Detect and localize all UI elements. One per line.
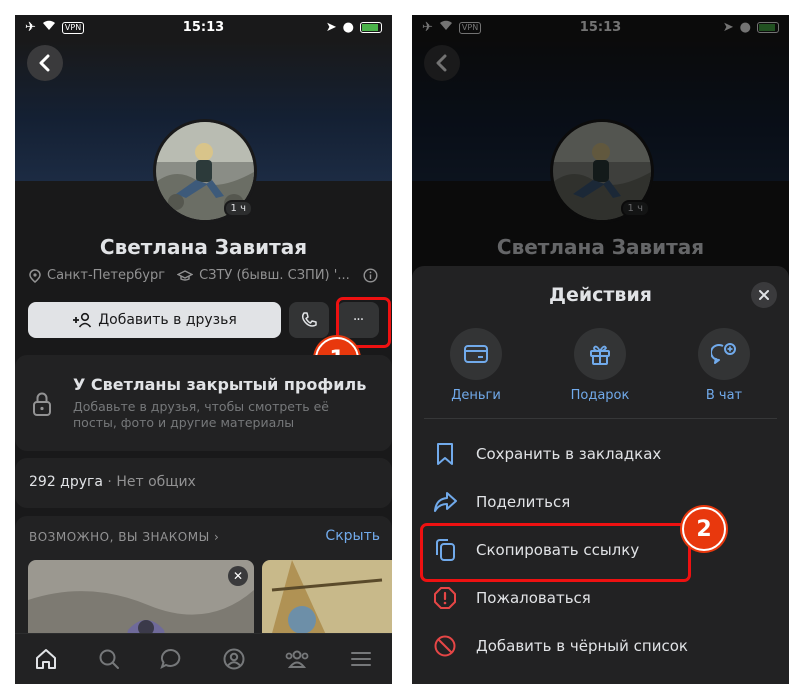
phone-icon (301, 312, 317, 327)
quick-action-label: В чат (705, 388, 743, 403)
menu-item-label: Поделиться (476, 493, 571, 511)
menu-item-report[interactable]: Пожаловаться (432, 578, 777, 618)
menu-item-bookmark[interactable]: Сохранить в закладках (432, 434, 777, 474)
private-profile-card: У Светланы закрытый профиль Добавьте в д… (15, 355, 392, 451)
menu-item-blacklist[interactable]: Добавить в чёрный список (432, 626, 777, 666)
info-icon[interactable] (363, 268, 378, 283)
battery-icon (360, 22, 382, 33)
share-icon (434, 492, 457, 512)
home-icon[interactable] (34, 647, 58, 671)
lock-icon (33, 392, 51, 416)
profile-actions: Добавить в друзья ··· (28, 302, 379, 338)
report-icon (434, 587, 456, 609)
highlight-copy-link (420, 523, 691, 582)
search-icon[interactable] (97, 647, 121, 671)
bookmark-icon (437, 443, 453, 465)
chevron-right-icon: › (214, 530, 220, 544)
menu-icon[interactable] (349, 647, 373, 671)
menu-item-label: Пожаловаться (476, 589, 591, 607)
gift-icon (590, 345, 610, 365)
chevron-left-icon (39, 54, 50, 72)
chat-add-icon (711, 343, 736, 364)
friends-count: 292 друга (29, 474, 103, 490)
add-friend-button[interactable]: Добавить в друзья (28, 302, 281, 338)
private-profile-title: У Светланы закрытый профиль (73, 375, 367, 394)
close-icon (759, 290, 769, 300)
profile-name: Светлана Завитая (99, 235, 308, 259)
menu-item-share[interactable]: Поделиться (432, 482, 777, 522)
profile-city: Санкт-Петербург (47, 268, 166, 283)
status-bar: ✈ VPN 15:13 ➤ ● (15, 15, 392, 41)
menu-item-label: Добавить в чёрный список (476, 637, 688, 655)
bottom-tab-bar (15, 633, 392, 684)
messages-icon[interactable] (159, 647, 183, 671)
quick-action-gift[interactable]: Подарок (560, 328, 640, 403)
step-badge-2: 2 (682, 507, 726, 551)
location-arrow-icon: ➤ (325, 20, 337, 35)
friends-card[interactable]: 292 друга · Нет общих (15, 458, 392, 508)
private-profile-desc: Добавьте в друзья, чтобы смотреть её пос… (73, 399, 329, 430)
friends-icon[interactable] (284, 647, 310, 671)
person-icon: ● (342, 20, 354, 35)
close-sheet-button[interactable] (751, 282, 777, 308)
quick-action-label: Подарок (570, 388, 630, 403)
money-icon (464, 345, 488, 363)
quick-action-money[interactable]: Деньги (436, 328, 516, 403)
back-button[interactable] (27, 45, 63, 81)
divider (424, 418, 777, 419)
close-suggestion-button[interactable]: ✕ (228, 566, 248, 586)
quick-action-label: Деньги (451, 388, 501, 403)
location-pin-icon (29, 268, 41, 283)
menu-item-label: Сохранить в закладках (476, 445, 662, 463)
profile-info-row: Санкт-Петербург СЗТУ (бывш. СЗПИ) '... (29, 268, 378, 283)
sheet-title: Действия (549, 284, 652, 306)
actions-screen: ✈ VPN 15:13 ➤ ● (412, 15, 789, 684)
add-friend-label: Добавить в друзья (98, 312, 237, 328)
actions-sheet: Действия Деньги Подарок В чат Сохранить (412, 266, 789, 684)
quick-action-chat[interactable]: В чат (684, 328, 764, 403)
graduation-cap-icon (177, 269, 194, 281)
profile-icon[interactable] (222, 647, 246, 671)
hide-suggestions-link[interactable]: Скрыть (325, 528, 380, 544)
suggestions-header[interactable]: ВОЗМОЖНО, ВЫ ЗНАКОМЫ (29, 530, 210, 544)
profile-screen: ✈ VPN 15:13 ➤ ● 1 ч Светлана Завитая Сан… (15, 15, 392, 684)
friends-common: · Нет общих (107, 474, 196, 490)
add-person-icon (73, 312, 92, 328)
last-seen-badge: 1 ч (223, 200, 253, 217)
call-button[interactable] (289, 302, 329, 338)
block-icon (434, 635, 456, 657)
avatar[interactable]: 1 ч (153, 119, 257, 223)
profile-university: СЗТУ (бывш. СЗПИ) '... (199, 268, 350, 283)
